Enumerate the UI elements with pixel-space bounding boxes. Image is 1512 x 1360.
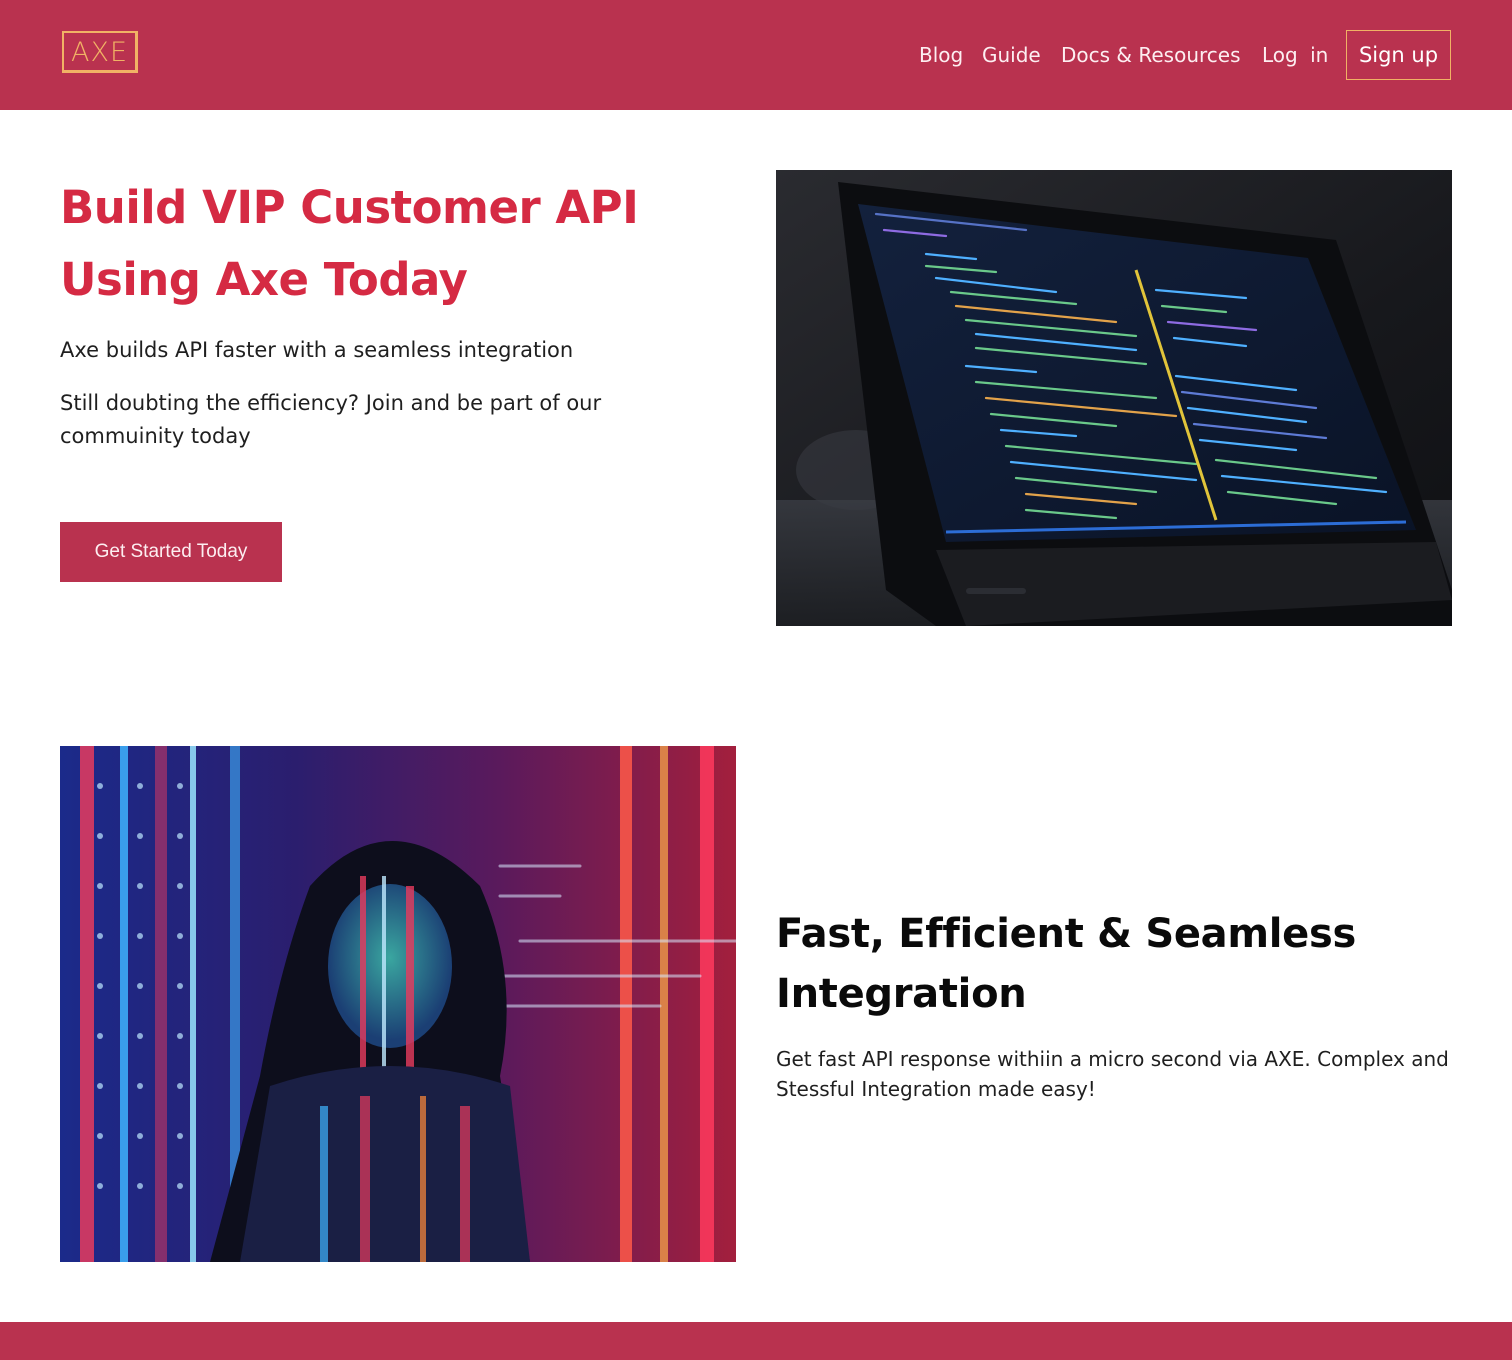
signup-button[interactable]: Sign up (1346, 30, 1451, 80)
nav-link-guide[interactable]: Guide (982, 42, 1041, 68)
feature-description: Get fast API response withiin a micro se… (776, 1047, 1449, 1101)
nav-link-docs-resources[interactable]: Docs & Resources (1061, 42, 1241, 68)
nav-link-login[interactable]: Log in (1262, 42, 1328, 68)
hero-laptop-image (776, 170, 1452, 626)
site-header: AXE Blog Guide Docs & Resources Log in S… (0, 0, 1512, 110)
feature-woman-image (60, 746, 736, 1262)
nav-link-blog[interactable]: Blog (919, 42, 963, 68)
hero-title: Build VIP Customer API Using Axe Today (60, 181, 639, 306)
hero-subtitle-secondary: Still doubting the efficiency? Join and … (60, 391, 602, 448)
site-footer (0, 1322, 1512, 1360)
main-nav: Blog Guide Docs & Resources Log in (0, 0, 1512, 110)
get-started-button[interactable]: Get Started Today (60, 522, 282, 582)
feature-title: Fast, Efficient & Seamless Integration (776, 911, 1357, 1017)
hero-subtitle: Axe builds API faster with a seamless in… (60, 338, 574, 362)
